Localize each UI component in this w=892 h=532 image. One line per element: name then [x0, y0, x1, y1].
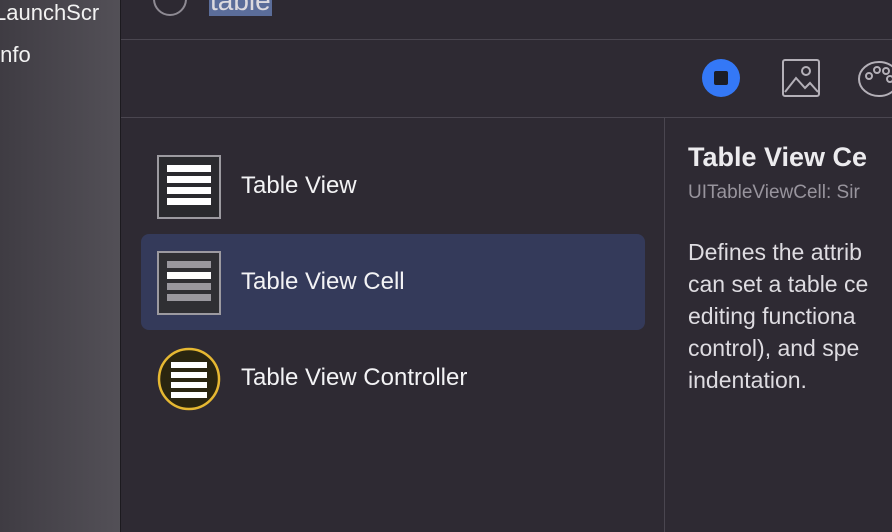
list-item-label: Table View Cell: [241, 268, 405, 295]
library-toolbar: [121, 40, 892, 118]
search-icon: [153, 0, 187, 16]
image-icon: [782, 59, 820, 97]
palette-icon: [858, 61, 892, 97]
library-popover: table Table View Table View Cell Table V…: [120, 0, 892, 532]
description-line: Defines the attrib: [688, 239, 862, 265]
description-line: control), and spe: [688, 335, 860, 361]
colors-tab-button[interactable]: [857, 58, 892, 98]
detail-title: Table View Ce: [688, 142, 868, 172]
detail-description: Defines the attrib can set a table ce ed…: [688, 236, 892, 396]
table-view-cell-icon: [157, 251, 221, 315]
media-tab-button[interactable]: [781, 58, 821, 98]
search-input[interactable]: table: [209, 0, 272, 16]
sidebar-item-launchscreen[interactable]: LaunchScr: [0, 0, 99, 26]
background-sidebar: LaunchScr Info: [0, 0, 122, 532]
list-item-label: Table View: [241, 172, 357, 199]
description-line: editing functiona: [688, 303, 856, 329]
description-line: indentation.: [688, 367, 807, 393]
list-item-label: Table View Controller: [241, 364, 468, 391]
list-item-table-view-controller[interactable]: Table View Controller: [141, 330, 645, 426]
list-item-table-view-cell[interactable]: Table View Cell: [141, 234, 645, 330]
library-list: Table View Table View Cell Table View Co…: [121, 118, 665, 532]
list-item-table-view[interactable]: Table View: [141, 138, 645, 234]
square-in-circle-icon: [702, 59, 740, 97]
sidebar-item-info[interactable]: Info: [0, 42, 31, 68]
detail-pane: Table View Ce UITableViewCell: Sir Defin…: [666, 118, 892, 532]
search-bar: table: [121, 0, 892, 40]
table-view-icon: [157, 155, 221, 219]
objects-tab-button[interactable]: [701, 58, 741, 98]
description-line: can set a table ce: [688, 271, 869, 297]
detail-subtitle: UITableViewCell: Sir: [688, 182, 860, 203]
table-view-controller-icon: [157, 347, 221, 411]
